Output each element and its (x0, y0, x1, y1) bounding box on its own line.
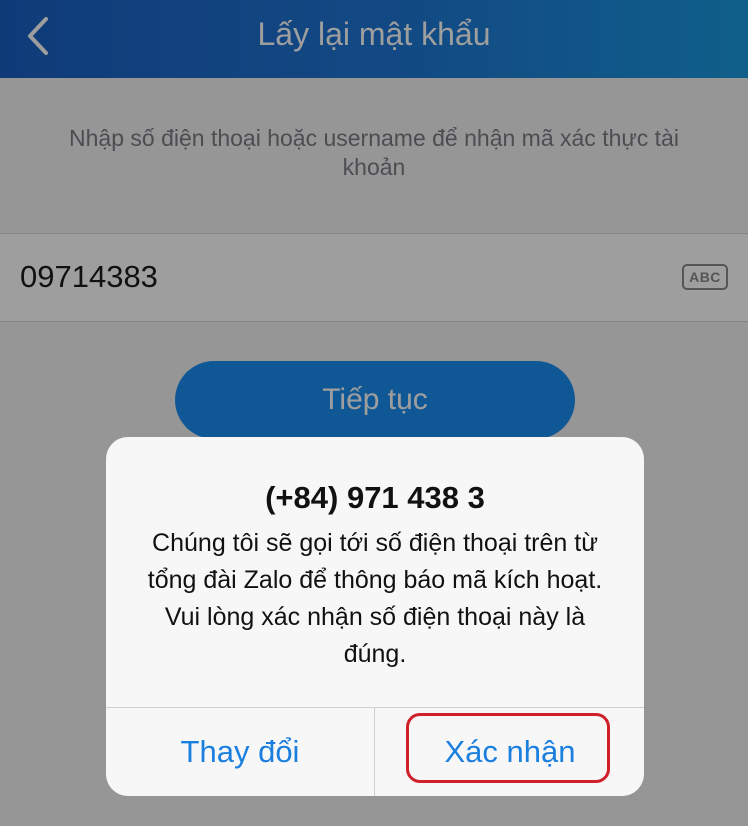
dialog-actions: Thay đổi Xác nhận (106, 707, 644, 796)
dialog-message: Chúng tôi sẽ gọi tới số điện thoại trên … (147, 529, 603, 668)
actions-divider (374, 708, 375, 796)
confirm-button[interactable]: Xác nhận (376, 708, 644, 796)
confirm-phone-dialog: (+84) 971 438 3 Chúng tôi sẽ gọi tới số … (106, 437, 644, 796)
change-button[interactable]: Thay đổi (106, 708, 374, 796)
dialog-phone-number: (+84) 971 438 3 (265, 480, 485, 515)
